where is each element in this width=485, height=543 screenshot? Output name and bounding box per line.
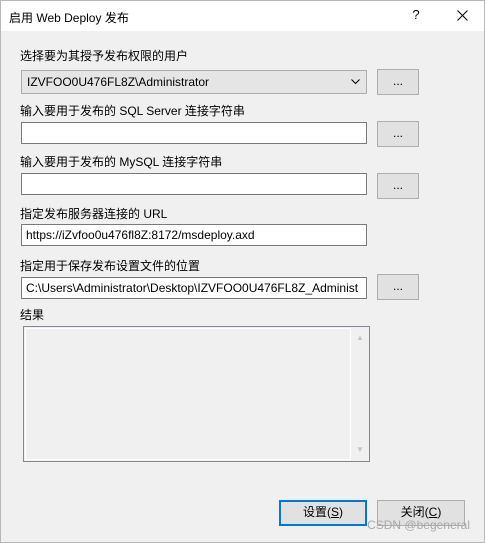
scroll-down-arrow-icon[interactable]: ▼ [352,442,368,458]
results-textarea[interactable]: ▲ ▼ [23,326,370,462]
url-input[interactable]: https://iZvfoo0u476fl8Z:8172/msdeploy.ax… [21,224,367,246]
results-content [25,328,351,460]
close-button-label: 关闭( [400,505,429,519]
setup-button-label: 设置( [302,505,331,519]
sql-connection-input[interactable] [21,122,367,144]
save-location-browse-button[interactable]: ... [377,274,419,300]
scroll-up-arrow-icon[interactable]: ▲ [352,330,368,346]
setup-button-accelerator: S [330,505,339,519]
sql-connection-label: 输入要用于发布的 SQL Server 连接字符串 [20,104,245,118]
user-select-label: 选择要为其授予发布权限的用户 [20,49,189,63]
watermark-text: CSDN @begeneral [367,518,470,532]
title-bar: 启用 Web Deploy 发布 ? [1,1,484,31]
url-label: 指定发布服务器连接的 URL [20,207,168,221]
results-label: 结果 [20,308,45,322]
help-button[interactable]: ? [405,1,427,31]
setup-button-suffix: ) [339,505,343,519]
save-location-input[interactable]: C:\Users\Administrator\Desktop\IZVFOO0U4… [21,277,367,299]
save-location-label: 指定用于保存发布设置文件的位置 [20,259,201,273]
close-button-suffix: ) [437,505,442,519]
mysql-connection-input[interactable] [21,173,367,195]
user-browse-button[interactable]: ... [377,69,419,95]
close-window-button[interactable] [445,1,479,31]
results-scrollbar[interactable]: ▲ ▼ [352,328,368,460]
sql-browse-button[interactable]: ... [377,121,419,147]
dialog-title: 启用 Web Deploy 发布 [9,11,129,25]
setup-button[interactable]: 设置(S) [279,500,367,526]
mysql-connection-label: 输入要用于发布的 MySQL 连接字符串 [20,155,223,169]
user-select-value: IZVFOO0U476FL8Z\Administrator [27,75,210,89]
user-select[interactable]: IZVFOO0U476FL8Z\Administrator [21,70,367,94]
close-icon [456,10,468,21]
mysql-browse-button[interactable]: ... [377,173,419,199]
enable-web-deploy-dialog: 启用 Web Deploy 发布 ? 选择要为其授予发布权限的用户 IZVFOO… [0,0,485,543]
chevron-down-icon [351,79,360,85]
